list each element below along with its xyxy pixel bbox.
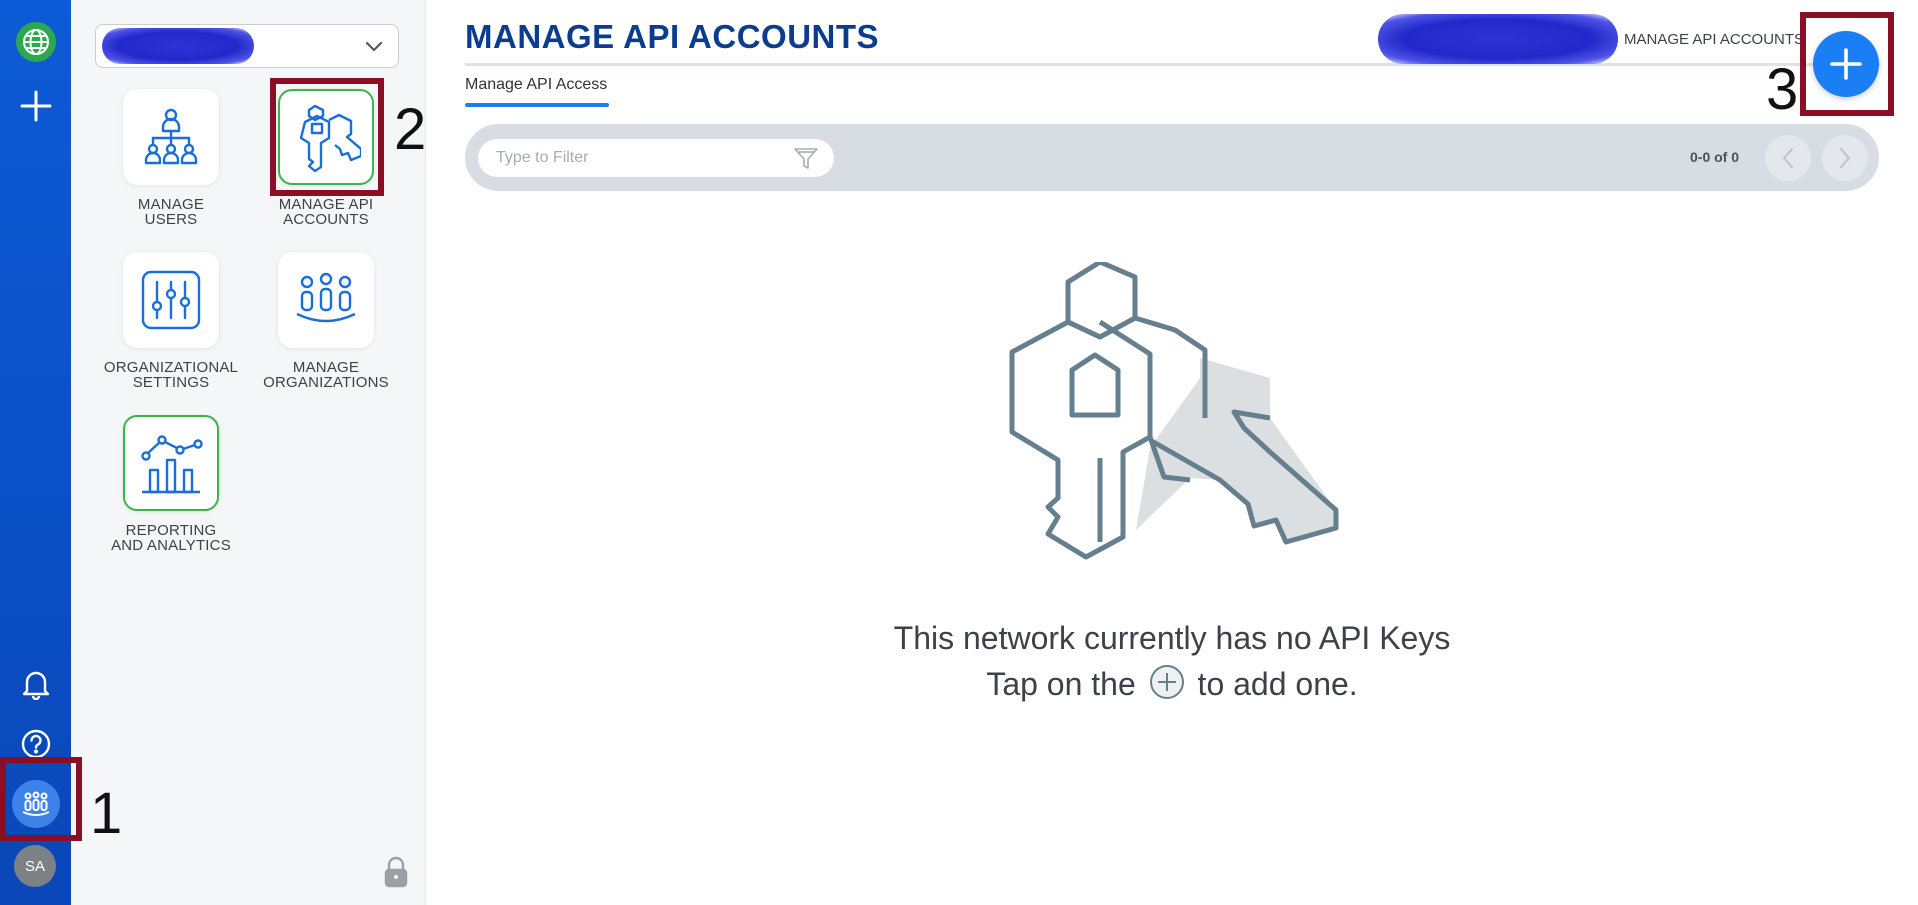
keys-icon [1009,262,1339,560]
step-number-2: 2 [394,97,427,162]
globe-icon [15,22,56,62]
tile-reporting-analytics[interactable]: REPORTING AND ANALYTICS [93,415,249,553]
globe-button[interactable] [0,14,71,70]
plus-circle-icon [1149,665,1184,699]
empty-hint-prefix: Tap on the [986,666,1136,702]
empty-hint-suffix: to add one. [1197,666,1358,702]
tile-manage-organizations[interactable]: MANAGE ORGANIZATIONS [248,252,404,390]
empty-state-message: This network currently has no API Keys [893,620,1451,656]
redacted-scribble [102,28,254,64]
avatar[interactable]: SA [14,845,56,887]
filter-icon[interactable] [793,147,819,171]
filter-bar: 0-0 of 0 [465,124,1879,191]
pager-count: 0-0 of 0 [1690,149,1740,165]
highlight-box-1 [0,757,82,841]
users-hierarchy-icon [123,89,219,185]
people-group-icon [278,252,374,348]
chevron-left-icon [1782,147,1794,169]
tile-label: ORGANIZATIONAL SETTINGS [103,359,239,391]
step-number-1: 1 [90,781,123,846]
bell-icon [22,671,49,700]
page-title: MANAGE API ACCOUNTS [465,18,880,55]
notifications-button[interactable] [0,656,71,712]
chevron-down-icon [366,42,382,51]
plus-icon [20,90,51,122]
tile-label: REPORTING AND ANALYTICS [111,522,231,554]
organization-select[interactable] [95,24,399,68]
tile-organizational-settings[interactable]: ORGANIZATIONAL SETTINGS [93,252,249,390]
highlight-box-3 [1800,12,1894,116]
title-divider [465,63,1880,66]
highlight-box-2 [270,78,384,196]
help-icon [21,729,50,759]
tile-label: MANAGE USERS [137,196,205,228]
sliders-icon [123,252,219,348]
step-number-3: 3 [1766,57,1799,122]
app-root: SA MANAGE USERS MANAGE API ACCOUNTS ORGA… [0,0,1918,905]
lock-icon[interactable] [384,856,408,888]
previous-page-button[interactable] [1765,135,1811,181]
next-page-button[interactable] [1822,135,1868,181]
tile-label: MANAGE ORGANIZATIONS [263,359,389,391]
filter-input[interactable] [478,139,834,177]
tile-label: MANAGE API ACCOUNTS [278,196,374,228]
tile-manage-users[interactable]: MANAGE USERS [93,89,249,227]
active-tab-indicator [465,103,609,107]
breadcrumb: MANAGE API ACCOUNTS [1624,31,1805,48]
redacted-scribble [1378,14,1618,64]
empty-state-hint: Tap on the to add one. [465,664,1879,703]
bar-chart-icon [123,415,219,511]
add-button[interactable] [0,78,71,134]
chevron-right-icon [1839,147,1851,169]
